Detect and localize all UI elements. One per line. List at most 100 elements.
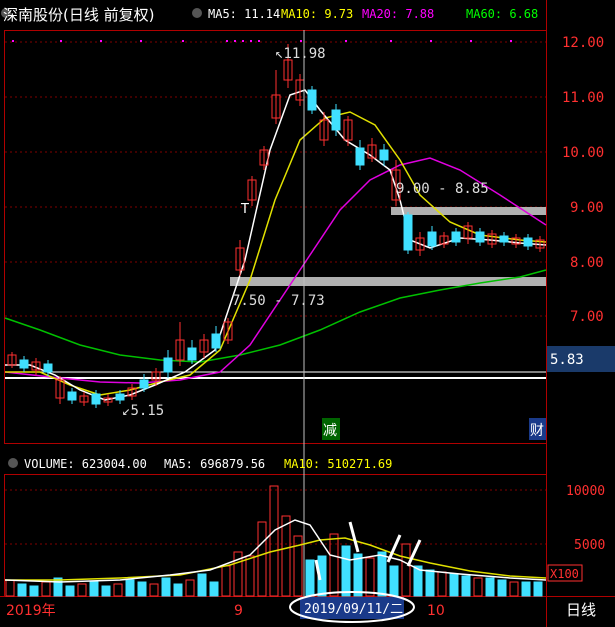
volume-ma10-label: MA10: 510271.69 <box>284 457 392 471</box>
ma10-line <box>5 111 547 396</box>
support-zone <box>230 277 546 286</box>
candle-body <box>211 333 221 349</box>
candle-body <box>403 214 413 251</box>
volume-bar <box>17 583 27 597</box>
volume-bar <box>29 585 39 597</box>
price-tick: 8.00 <box>570 255 604 271</box>
volume-bar <box>389 565 399 597</box>
high-annotation: ↖11.98 <box>275 46 326 62</box>
volume-bar <box>449 573 459 597</box>
volume-bar <box>521 581 531 597</box>
candle-body <box>475 231 485 243</box>
volume-unit: X100 <box>550 567 579 581</box>
reduce-badge-label: 减 <box>323 423 337 439</box>
volume-bar <box>425 569 435 597</box>
volume-bar <box>197 573 207 597</box>
cursor-date: 2019/09/11/二 <box>304 602 403 617</box>
volume-bar <box>461 575 471 597</box>
candle-body <box>187 347 197 361</box>
candle-body <box>91 393 101 405</box>
date-label: 2019年 <box>6 603 56 619</box>
volume-bar <box>245 555 255 597</box>
volume-bar <box>65 585 75 597</box>
date-label: 10 <box>427 603 445 619</box>
volume-bar <box>341 545 351 597</box>
volume-bar <box>5 579 15 597</box>
volume-bar <box>209 581 219 597</box>
volume-header: VOLUME: 623004.00 MA5: 696879.56 MA10: 5… <box>8 457 392 471</box>
candle-body <box>19 359 29 369</box>
volume-bar <box>473 577 483 597</box>
candle-body <box>499 235 509 243</box>
volume-bar <box>221 565 231 597</box>
period-label[interactable]: 日线 <box>566 601 596 619</box>
volume-bar <box>89 581 99 597</box>
volume-bar <box>77 583 87 597</box>
volume-bar <box>377 551 387 597</box>
candle-body <box>355 147 365 166</box>
volume-bar <box>509 581 519 597</box>
volume-bar <box>305 559 315 597</box>
candle-body <box>331 109 341 131</box>
volume-bar <box>533 581 543 597</box>
candle-body <box>163 357 173 373</box>
chart-header: 深南股份(日线 前复权) MA5: 11.14 MA10: 9.73 MA20:… <box>1 6 538 24</box>
arrow-markers <box>314 521 422 581</box>
volume-bar <box>185 579 195 597</box>
price-tick: 10.00 <box>562 145 604 161</box>
volume-bar <box>401 543 411 597</box>
resistance-label: 9.00 - 8.85 <box>396 181 489 197</box>
volume-tick: 10000 <box>566 484 605 499</box>
ma-toggle-icon[interactable] <box>192 8 202 18</box>
ma5-label: MA5: 11.14 <box>208 7 280 21</box>
ma60-label: MA60: 6.68 <box>466 7 538 21</box>
ma5-line <box>5 89 547 401</box>
volume-bar <box>365 557 375 597</box>
price-tick: 11.00 <box>562 90 604 106</box>
candle-body <box>307 89 317 111</box>
volume-bar <box>149 583 159 597</box>
volume-tick: 5000 <box>574 538 605 553</box>
candle-body <box>115 393 125 401</box>
candle-body <box>451 231 461 243</box>
candle-body <box>67 391 77 401</box>
price-axis: 12.00 11.00 10.00 9.00 8.00 7.00 <box>562 35 604 325</box>
stock-chart: 深南股份(日线 前复权) MA5: 11.14 MA10: 9.73 MA20:… <box>0 0 615 627</box>
candle-body <box>523 237 533 247</box>
volume-bar <box>137 581 147 597</box>
finance-badge-label: 财 <box>530 423 544 439</box>
candlesticks <box>7 44 545 408</box>
volume-bar <box>113 583 123 597</box>
volume-bar <box>161 577 171 597</box>
volume-toggle-icon[interactable] <box>8 458 18 468</box>
volume-bar <box>281 515 291 597</box>
volume-bar <box>41 581 51 597</box>
volume-bar <box>437 571 447 597</box>
candle-body <box>43 363 53 373</box>
low-annotation: ↙5.15 <box>122 403 164 419</box>
date-label: 9 <box>234 603 243 619</box>
current-price-value: 5.83 <box>550 352 584 368</box>
t-marker: T <box>240 202 249 217</box>
candle-body <box>139 379 149 389</box>
volume-ma5-label: MA5: 696879.56 <box>164 457 265 471</box>
price-tick: 9.00 <box>570 200 604 216</box>
price-tick: 7.00 <box>570 309 604 325</box>
volume-bar <box>485 577 495 597</box>
volume-bar <box>125 579 135 597</box>
candle-body <box>427 231 437 247</box>
volume-label: VOLUME: 623004.00 <box>24 457 147 471</box>
support-label: 7.50 - 7.73 <box>232 293 325 309</box>
ma10-label: MA10: 9.73 <box>281 7 353 21</box>
stock-title: 深南股份(日线 前复权) <box>3 6 154 24</box>
volume-bar <box>269 485 279 597</box>
candle-body <box>379 149 389 161</box>
volume-bar <box>101 585 111 597</box>
volume-bar <box>257 521 267 597</box>
ma20-label: MA20: 7.88 <box>362 7 434 21</box>
volume-bar <box>353 553 363 597</box>
resistance-zone <box>391 207 546 215</box>
volume-bar <box>497 579 507 597</box>
price-tick: 12.00 <box>562 35 604 51</box>
volume-bar <box>329 533 339 597</box>
